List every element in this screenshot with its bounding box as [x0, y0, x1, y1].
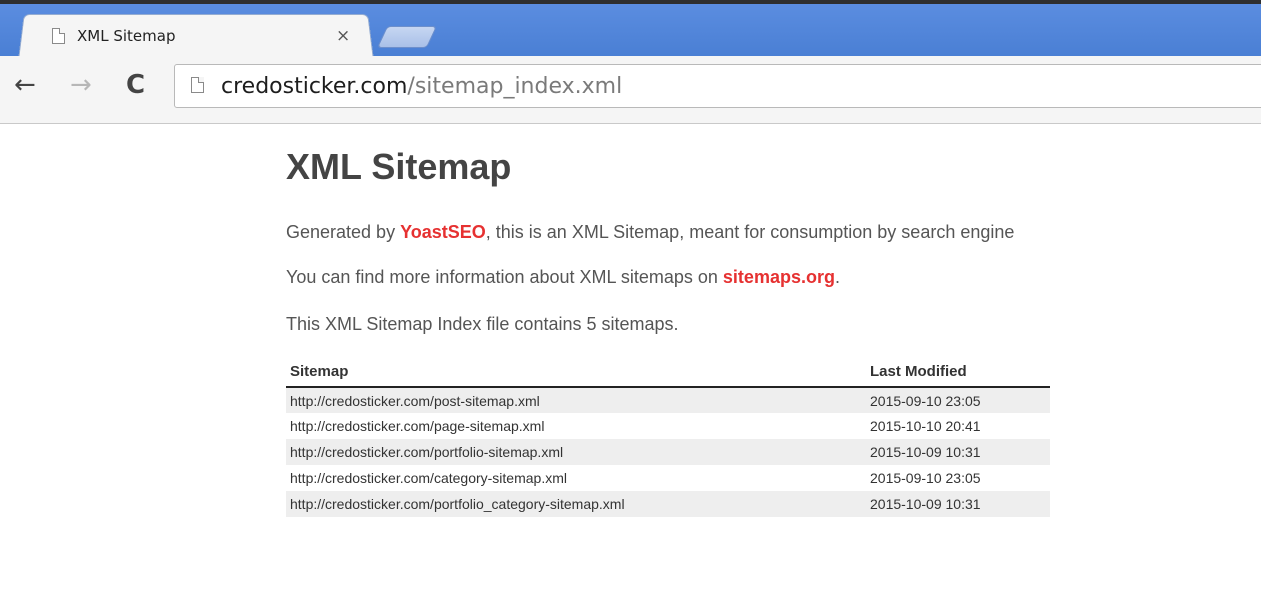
last-modified-cell: 2015-10-09 10:31 [866, 491, 1050, 517]
close-icon[interactable]: × [336, 26, 350, 46]
page-title: XML Sitemap [286, 146, 512, 187]
url-path: /sitemap_index.xml [407, 74, 623, 99]
tab-strip: XML Sitemap × [0, 0, 1261, 61]
table-row: http://credosticker.com/post-sitemap.xml… [286, 387, 1050, 413]
intro-count: This XML Sitemap Index file contains 5 s… [286, 314, 679, 334]
forward-arrow-icon[interactable]: → [70, 70, 92, 100]
table-header-row: Sitemap Last Modified [286, 363, 1050, 388]
url-host: credosticker.com [221, 74, 408, 99]
sitemap-link[interactable]: http://credosticker.com/post-sitemap.xml [286, 387, 866, 413]
table-row: http://credosticker.com/portfolio-sitema… [286, 439, 1050, 465]
column-header-sitemap: Sitemap [286, 363, 866, 388]
sitemap-table: Sitemap Last Modified http://credosticke… [286, 363, 1050, 517]
address-url[interactable]: credosticker.com/sitemap_index.xml [221, 74, 622, 99]
table-row: http://credosticker.com/category-sitemap… [286, 465, 1050, 491]
reload-icon[interactable]: C [126, 70, 145, 100]
intro-text: You can find more information about XML … [286, 267, 723, 287]
browser-toolbar: ← → C credosticker.com/sitemap_index.xml [0, 56, 1261, 124]
intro-text: , this is an XML Sitemap, meant for cons… [485, 222, 1015, 242]
page-content: XML Sitemap Generated by YoastSEO, this … [286, 124, 1050, 517]
intro-generated-by: Generated by YoastSEO, this is an XML Si… [286, 222, 1050, 243]
last-modified-cell: 2015-10-10 20:41 [870, 418, 981, 434]
last-modified-cell: 2015-09-10 23:05 [870, 470, 981, 486]
intro-more-info: You can find more information about XML … [286, 267, 1050, 288]
intro-text: Generated by [286, 222, 401, 242]
page-icon [191, 77, 204, 93]
table-row: http://credosticker.com/portfolio_catego… [286, 491, 1050, 517]
column-header-last-modified: Last Modified [866, 363, 1050, 388]
table-row: http://credosticker.com/page-sitemap.xml… [286, 413, 1050, 439]
last-modified-cell: 2015-09-10 23:05 [866, 387, 1050, 413]
page-icon [52, 28, 65, 44]
sitemap-link[interactable]: http://credosticker.com/category-sitemap… [286, 465, 866, 491]
back-arrow-icon[interactable]: ← [14, 70, 36, 100]
address-bar[interactable]: credosticker.com/sitemap_index.xml [174, 64, 1261, 108]
sitemap-link[interactable]: http://credosticker.com/portfolio_catego… [286, 491, 866, 517]
yoastseo-link[interactable]: YoastSEO [400, 222, 486, 242]
sitemap-link[interactable]: http://credosticker.com/page-sitemap.xml [286, 413, 866, 439]
tab-content: XML Sitemap × [30, 16, 370, 56]
last-modified-cell: 2015-10-09 10:31 [866, 439, 1050, 465]
sitemaps-org-link[interactable]: sitemaps.org [723, 267, 835, 287]
tab-title: XML Sitemap [77, 27, 176, 45]
new-tab-button[interactable] [376, 26, 438, 48]
intro-text: . [834, 267, 840, 287]
sitemap-link[interactable]: http://credosticker.com/portfolio-sitema… [286, 439, 866, 465]
